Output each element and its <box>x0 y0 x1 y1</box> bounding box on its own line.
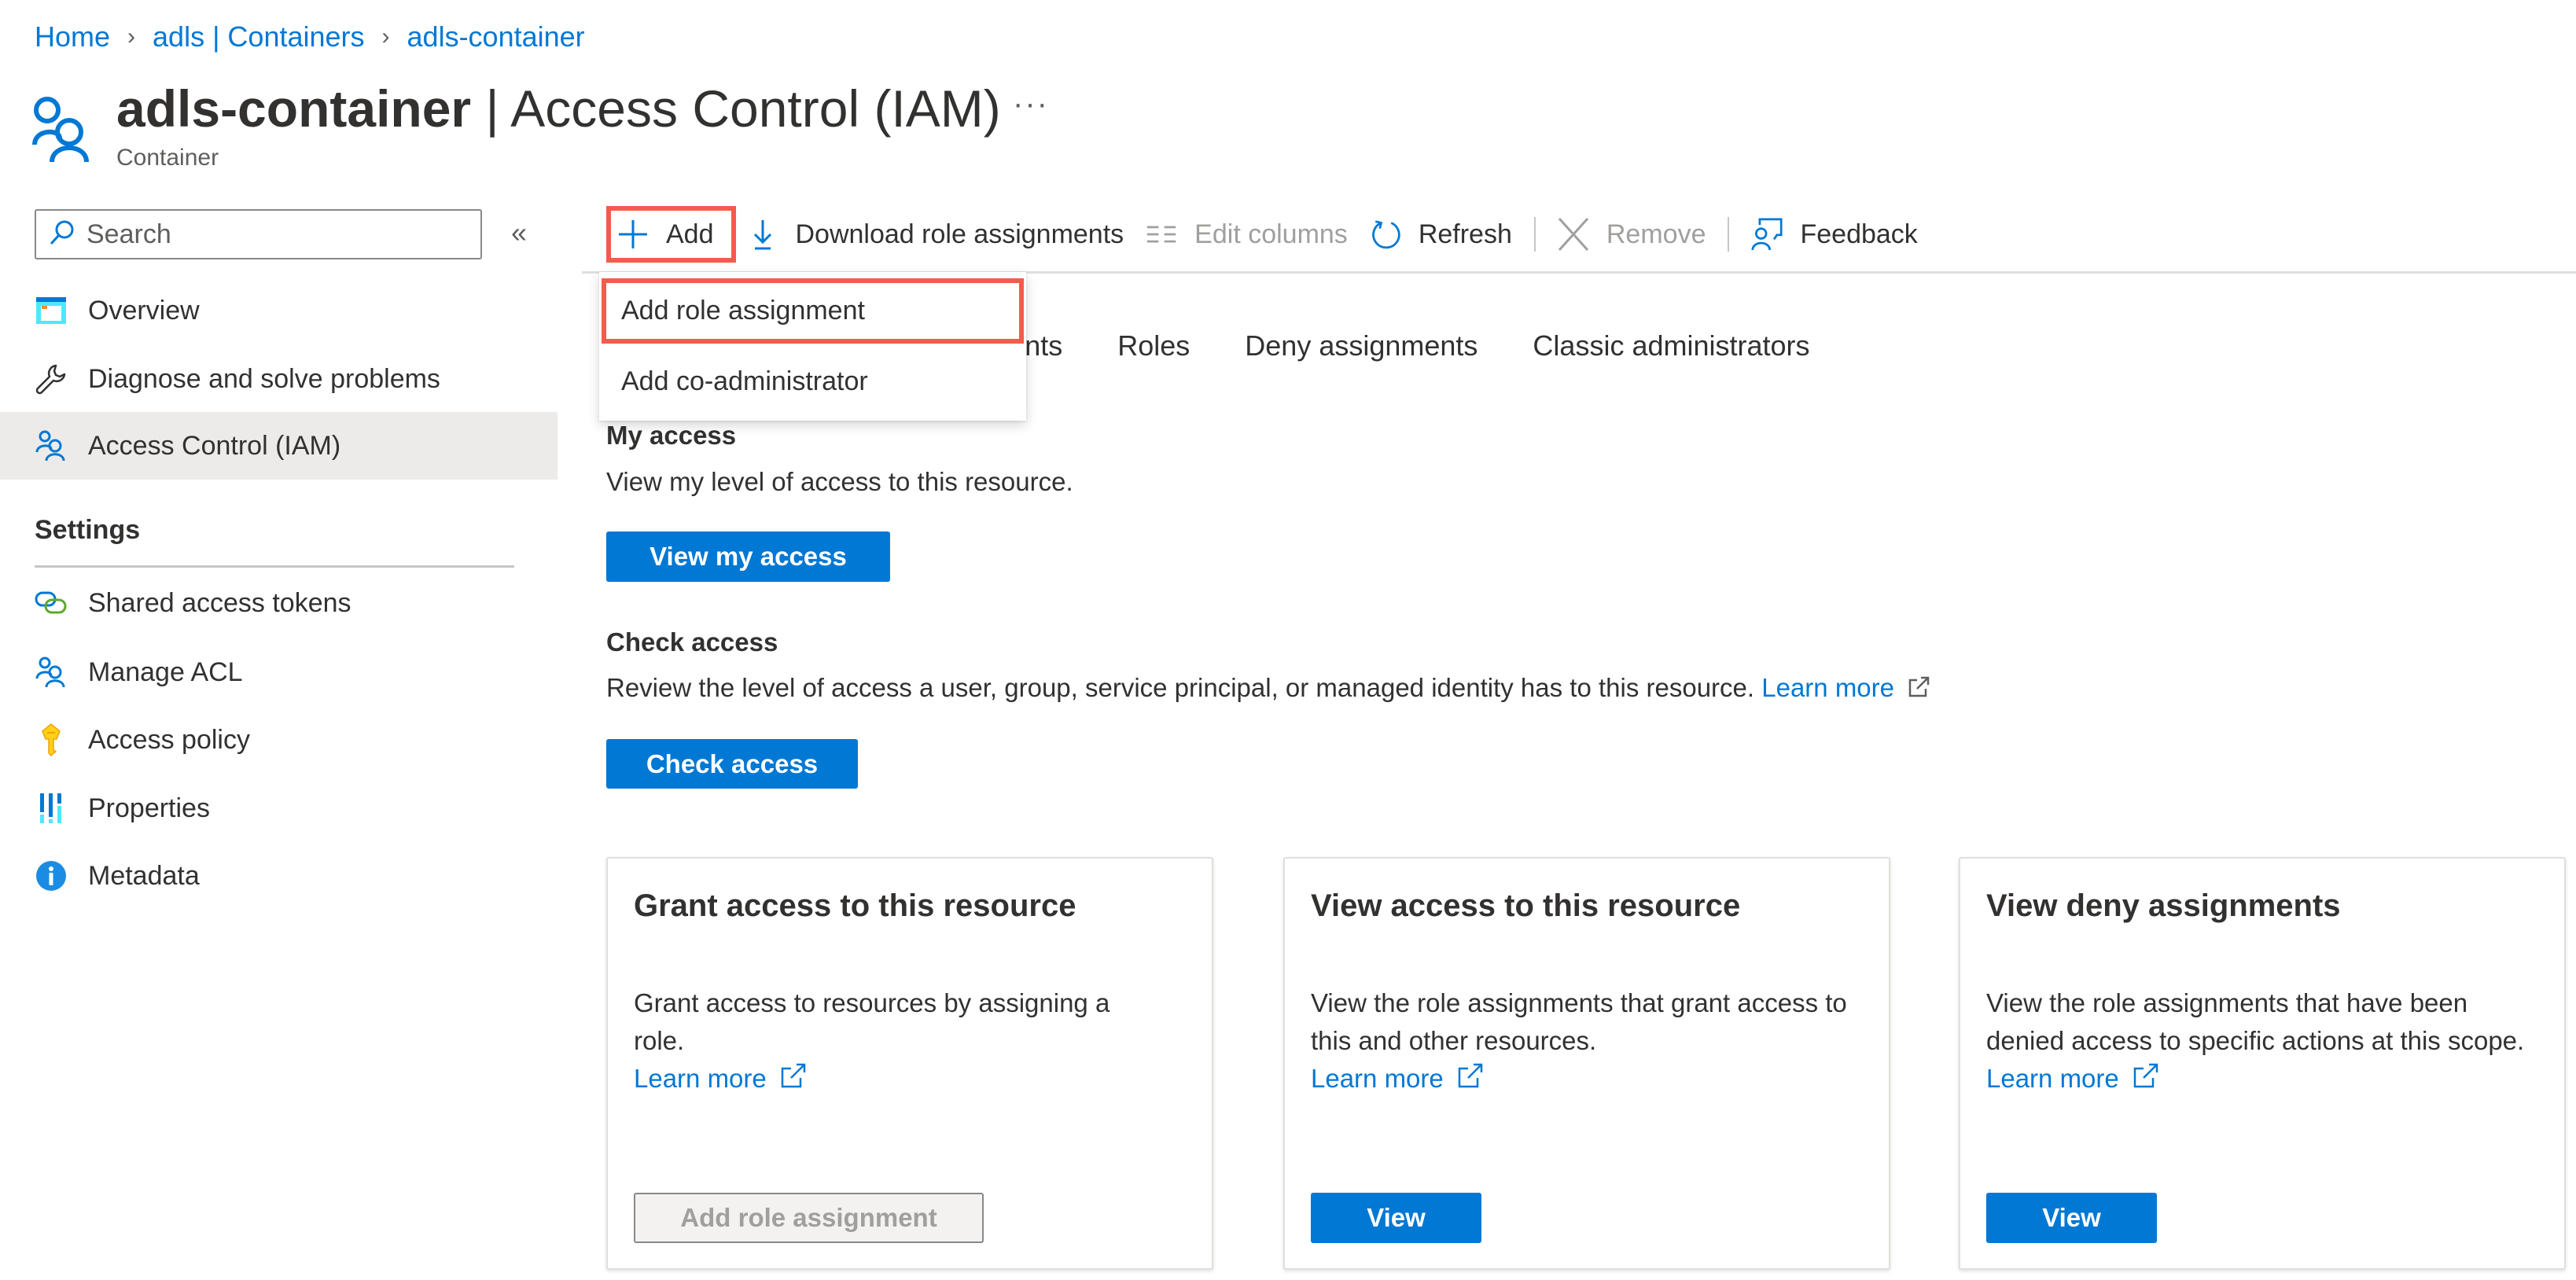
sidebar-item-label: Access Control (IAM) <box>88 430 341 461</box>
sidebar-item-overview[interactable]: Overview <box>0 277 558 344</box>
breadcrumb-home[interactable]: Home <box>35 20 110 53</box>
sidebar-item-label: Manage ACL <box>88 657 243 687</box>
people-icon <box>35 656 68 689</box>
more-options-button[interactable]: ··· <box>1013 86 1049 122</box>
card-description-text: View the role assignments that have been… <box>1986 988 2525 1055</box>
sidebar-item-label: Access policy <box>88 724 250 755</box>
download-role-assignments-button[interactable]: Download role assignments <box>736 206 1135 263</box>
command-bar: Add Download role assignments Edit colum… <box>606 206 1929 263</box>
settings-heading: Settings <box>35 515 141 545</box>
key-icon <box>35 723 68 756</box>
chevron-right-icon: › <box>127 24 136 50</box>
toolbar-divider <box>1728 217 1730 252</box>
card-learn-more-link[interactable]: Learn more <box>1311 1060 1444 1098</box>
sidebar-item-manage-acl[interactable]: Manage ACL <box>0 638 558 706</box>
plus-icon <box>617 219 649 250</box>
card-description: View the role assignments that have been… <box>1986 984 2529 1099</box>
download-label: Download role assignments <box>795 219 1124 249</box>
tab-classic-administrators[interactable]: Classic administrators <box>1533 329 1809 362</box>
view-access-card: View access to this resource View the ro… <box>1283 857 1890 1270</box>
page-title: adls-container | Access Control (IAM) <box>116 75 1001 142</box>
check-access-learn-more-link[interactable]: Learn more <box>1761 673 1894 702</box>
refresh-button[interactable]: Refresh <box>1359 206 1523 263</box>
view-deny-assignments-card: View deny assignments View the role assi… <box>1959 857 2566 1270</box>
columns-icon <box>1146 219 1177 250</box>
feedback-icon <box>1751 218 1783 251</box>
collapse-sidebar-button[interactable]: « <box>511 216 527 249</box>
close-icon <box>1558 217 1589 252</box>
download-icon <box>747 219 778 250</box>
card-learn-more-link[interactable]: Learn more <box>1986 1060 2119 1098</box>
link-icon <box>35 587 68 620</box>
add-dropdown-menu: Add role assignment Add co-administrator <box>599 272 1026 421</box>
card-title: View access to this resource <box>1311 888 1741 923</box>
remove-button[interactable]: Remove <box>1547 206 1717 263</box>
external-link-icon <box>1908 675 1930 704</box>
people-icon <box>35 429 68 462</box>
sidebar-item-shared-access-tokens[interactable]: Shared access tokens <box>0 569 558 637</box>
card-learn-more-link[interactable]: Learn more <box>634 1060 767 1098</box>
chevron-right-icon: › <box>381 24 390 50</box>
view-deny-assignments-button[interactable]: View <box>1986 1193 2157 1243</box>
external-link-icon <box>1457 1061 1484 1099</box>
wrench-icon <box>35 362 68 395</box>
edit-columns-button[interactable]: Edit columns <box>1135 206 1359 263</box>
card-title: View deny assignments <box>1986 888 2341 923</box>
feedback-label: Feedback <box>1800 219 1918 249</box>
breadcrumb-containers[interactable]: adls | Containers <box>153 20 365 53</box>
view-my-access-button[interactable]: View my access <box>606 531 890 582</box>
sidebar-item-label: Properties <box>88 793 210 823</box>
check-access-description-line: Review the level of access a user, group… <box>606 673 1930 704</box>
resource-type: Container <box>116 145 219 171</box>
external-link-icon <box>780 1061 807 1099</box>
card-description-text: View the role assignments that grant acc… <box>1311 988 1847 1055</box>
card-description: Grant access to resources by assigning a… <box>634 984 1153 1099</box>
menu-item-add-co-administrator[interactable]: Add co-administrator <box>602 349 1024 414</box>
remove-label: Remove <box>1606 219 1706 249</box>
card-description: View the role assignments that grant acc… <box>1311 984 1861 1099</box>
page-title-suffix: | Access Control (IAM) <box>471 79 1001 138</box>
check-access-description: Review the level of access a user, group… <box>606 673 1755 702</box>
add-role-assignment-button[interactable]: Add role assignment <box>634 1193 984 1243</box>
check-access-heading: Check access <box>606 627 778 657</box>
settings-divider <box>35 565 514 568</box>
sidebar-item-access-policy[interactable]: Access policy <box>0 706 558 774</box>
menu-item-add-role-assignment[interactable]: Add role assignment <box>602 278 1024 344</box>
search-icon <box>49 219 75 250</box>
sidebar-item-properties[interactable]: Properties <box>0 774 558 842</box>
refresh-icon <box>1370 219 1401 250</box>
search-placeholder: Search <box>86 219 171 249</box>
grant-access-card: Grant access to this resource Grant acce… <box>606 857 1213 1270</box>
sidebar-item-metadata[interactable]: Metadata <box>0 842 558 910</box>
sidebar-item-label: Shared access tokens <box>88 587 351 618</box>
sidebar-search-input[interactable]: Search <box>35 209 482 259</box>
sidebar-item-access-control[interactable]: Access Control (IAM) <box>0 412 558 480</box>
info-icon <box>35 859 68 892</box>
breadcrumb-container[interactable]: adls-container <box>407 20 585 53</box>
add-label: Add <box>666 219 714 249</box>
sidebar-item-label: Diagnose and solve problems <box>88 363 440 394</box>
feedback-button[interactable]: Feedback <box>1740 206 1928 263</box>
edit-columns-label: Edit columns <box>1194 219 1348 249</box>
check-access-button[interactable]: Check access <box>606 739 858 789</box>
properties-icon <box>35 792 68 825</box>
sidebar-item-diagnose[interactable]: Diagnose and solve problems <box>0 345 558 413</box>
add-button[interactable]: Add <box>606 206 736 263</box>
external-link-icon <box>2133 1061 2159 1099</box>
tab-roles[interactable]: Roles <box>1117 329 1190 362</box>
view-access-button[interactable]: View <box>1311 1193 1481 1243</box>
refresh-label: Refresh <box>1418 219 1512 249</box>
breadcrumb: Home › adls | Containers › adls-containe… <box>35 17 585 57</box>
sidebar-item-label: Metadata <box>88 860 200 891</box>
people-icon <box>31 93 94 164</box>
toolbar-divider <box>1533 217 1536 252</box>
resource-name: adls-container <box>116 79 472 138</box>
overview-icon <box>35 294 68 327</box>
card-description-text: Grant access to resources by assigning a… <box>634 988 1110 1055</box>
tab-deny-assignments[interactable]: Deny assignments <box>1245 329 1478 362</box>
sidebar-item-label: Overview <box>88 295 200 326</box>
my-access-heading: My access <box>606 421 737 450</box>
card-title: Grant access to this resource <box>634 888 1076 923</box>
my-access-description: View my level of access to this resource… <box>606 467 1073 496</box>
